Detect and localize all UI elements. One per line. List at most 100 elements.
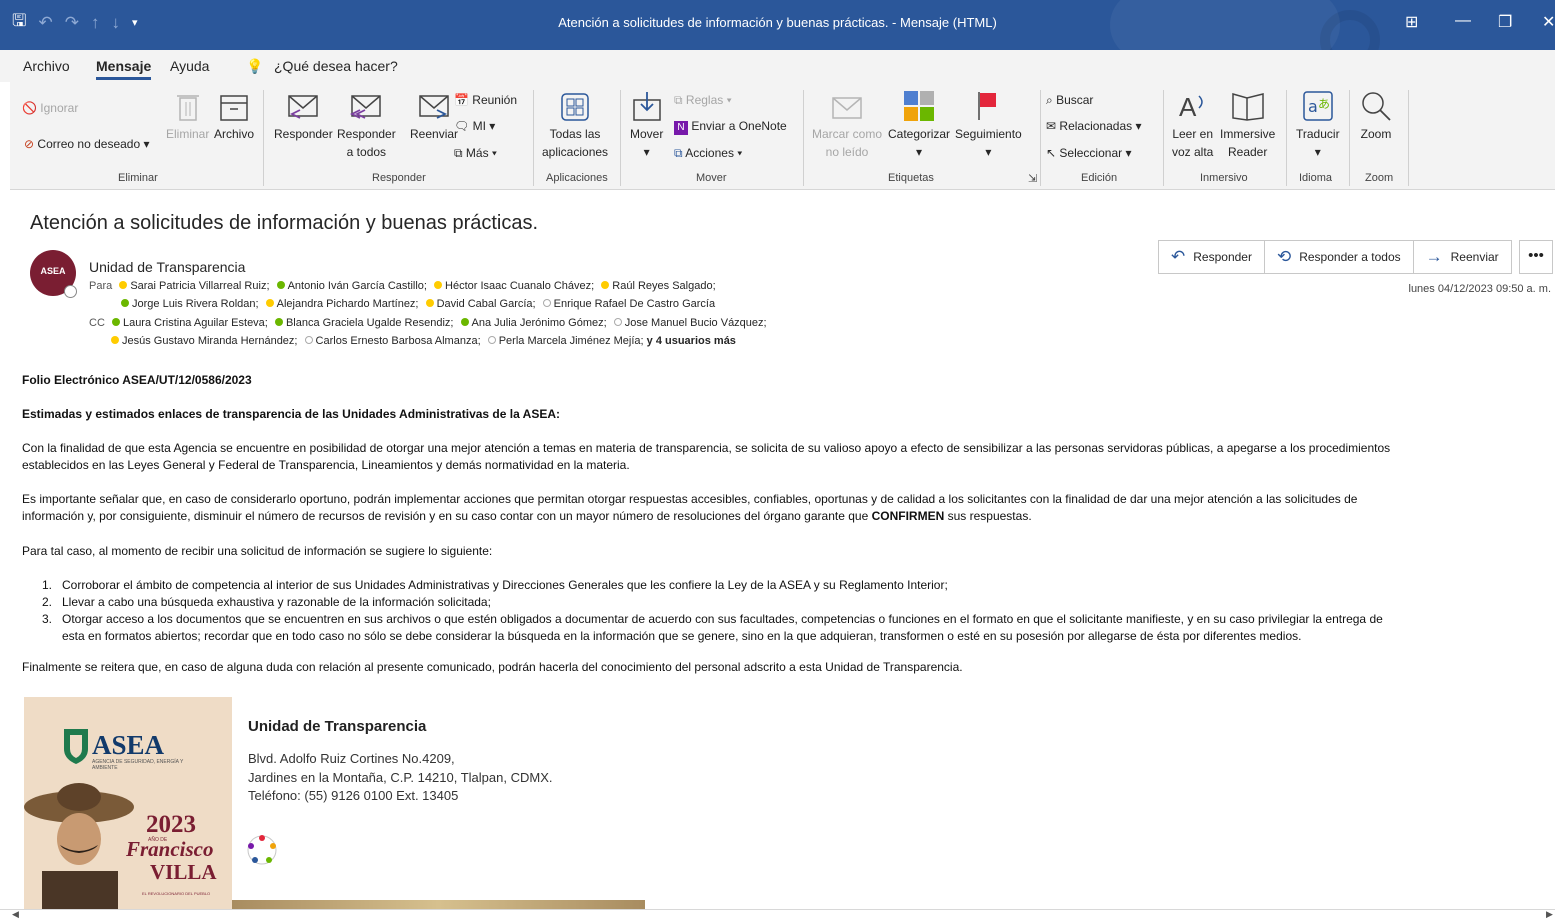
ignore-button[interactable]: 🚫 Ignorar: [22, 99, 78, 117]
actions-button[interactable]: ⧉ Acciones ▾: [674, 144, 742, 162]
recipient[interactable]: Jorge Luis Rivera Roldan;: [117, 298, 259, 310]
find-button[interactable]: ⌕ Buscar: [1046, 91, 1093, 109]
recipient-name: Carlos Ernesto Barbosa Almanza;: [315, 335, 481, 347]
close-icon[interactable]: ✕: [1542, 12, 1555, 32]
recipient[interactable]: Perla Marcela Jiménez Mejía;: [484, 335, 644, 347]
scroll-left-icon[interactable]: ◀: [12, 909, 19, 920]
select-button[interactable]: ↖ Seleccionar ▾: [1046, 144, 1131, 162]
villa-text: VILLA: [150, 860, 217, 884]
archive-button[interactable]: Archivo: [214, 90, 254, 143]
im-button[interactable]: 🗨 MI ▾: [454, 117, 495, 135]
rules-icon: ⧉: [674, 93, 683, 107]
recipient[interactable]: Raúl Reyes Salgado;: [597, 280, 716, 292]
francisco-text: Francisco: [126, 837, 214, 861]
logo-asea-text: ASEA: [92, 730, 165, 760]
tab-archivo[interactable]: Archivo: [23, 58, 70, 74]
group-separator: [1286, 90, 1287, 186]
presence-status-icon: [304, 336, 313, 344]
related-button[interactable]: ✉ Relacionadas ▾: [1046, 117, 1141, 135]
paragraph-3: Para tal caso, al momento de recibir una…: [22, 544, 493, 558]
presence-status-icon: [613, 318, 622, 326]
archive-icon: [220, 95, 248, 121]
all-apps-button[interactable]: Todas las aplicaciones: [542, 90, 608, 161]
recipient[interactable]: Ana Julia Jerónimo Gómez;: [457, 317, 607, 329]
actions-icon: ⧉: [674, 146, 683, 160]
dialog-launcher-icon[interactable]: ⇲: [1028, 172, 1037, 185]
scroll-right-icon[interactable]: ▶: [1546, 909, 1553, 920]
sender-name[interactable]: Unidad de Transparencia: [89, 259, 245, 275]
recipient-name: Sarai Patricia Villarreal Ruiz;: [130, 280, 270, 292]
categorize-icon: [904, 91, 935, 121]
read-aloud-button[interactable]: A Leer en voz alta: [1172, 90, 1213, 161]
mark-unread-button[interactable]: Marcar como no leído: [812, 90, 882, 161]
message-date: lunes 04/12/2023 09:50 a. m.: [1408, 283, 1552, 295]
group-label-responder: Responder: [372, 172, 426, 184]
forward-action-button[interactable]: → Reenviar: [1412, 240, 1512, 274]
ribbon-display-icon[interactable]: ⊞: [1405, 12, 1418, 32]
avatar[interactable]: ASEA: [30, 250, 77, 298]
message-actions: ↶ Responder ⟲ Responder a todos → Reenviar: [1158, 240, 1512, 274]
restore-icon[interactable]: ❐: [1498, 12, 1512, 32]
list-number: 1.: [42, 578, 53, 592]
ignore-icon: 🚫: [22, 101, 37, 115]
more-respond-button[interactable]: ⧉ Más ▾: [454, 144, 497, 162]
junk-icon: ⊘: [24, 137, 35, 151]
recipient[interactable]: Héctor Isaac Cuanalo Chávez;: [430, 280, 594, 292]
delete-button[interactable]: Eliminar: [166, 90, 209, 143]
junk-mail-button[interactable]: ⊘ Correo no deseado ▾: [24, 135, 150, 153]
recipient[interactable]: Jose Manuel Bucio Vázquez;: [610, 317, 767, 329]
greeting: Estimadas y estimados enlaces de transpa…: [22, 407, 560, 421]
translate-button[interactable]: aあ Traducir ▾: [1296, 90, 1340, 161]
group-label-inmersivo: Inmersivo: [1200, 172, 1248, 184]
tell-me-search[interactable]: ¿Qué desea hacer?: [274, 58, 398, 74]
menu-bar: Archivo Mensaje Ayuda 💡 ¿Qué desea hacer…: [0, 50, 1555, 82]
move-button[interactable]: Mover ▾: [630, 90, 663, 161]
recipient[interactable]: Laura Cristina Aguilar Esteva;: [108, 317, 268, 329]
forward-icon: [419, 95, 449, 119]
rules-button[interactable]: ⧉ Reglas ▾: [674, 91, 732, 109]
forward-button[interactable]: Reenviar: [410, 90, 458, 143]
cc-line-1: CC Laura Cristina Aguilar Esteva; Blanca…: [89, 317, 767, 329]
group-separator: [1163, 90, 1164, 186]
recipient-name: Ana Julia Jerónimo Gómez;: [471, 317, 607, 329]
tab-mensaje[interactable]: Mensaje: [96, 58, 152, 80]
list-item-3-line-1: Otorgar acceso a los documentos que se e…: [62, 612, 1383, 626]
recipient[interactable]: David Cabal García;: [422, 298, 536, 310]
recipient[interactable]: Sarai Patricia Villarreal Ruiz;: [115, 280, 270, 292]
follow-up-button[interactable]: Seguimiento ▾: [955, 90, 1022, 161]
recipient-name: Jorge Luis Rivera Roldan;: [132, 298, 259, 310]
recipient[interactable]: Carlos Ernesto Barbosa Almanza;: [301, 335, 481, 347]
tab-ayuda[interactable]: Ayuda: [170, 58, 209, 74]
reply-action-button[interactable]: ↶ Responder: [1158, 240, 1265, 274]
more-actions-button[interactable]: •••: [1519, 240, 1553, 274]
recipient[interactable]: Antonio Iván García Castillo;: [273, 280, 427, 292]
recipient[interactable]: Enrique Rafael De Castro García: [539, 298, 715, 310]
group-separator: [1040, 90, 1041, 186]
signature-address-2: Jardines en la Montaña, C.P. 14210, Tlal…: [248, 770, 553, 785]
calendar-icon: 📅: [454, 93, 469, 107]
reply-all-action-button[interactable]: ⟲ Responder a todos: [1263, 240, 1414, 274]
flag-icon: [978, 92, 997, 120]
recipient[interactable]: Alejandra Pichardo Martínez;: [262, 298, 419, 310]
group-label-etiquetas: Etiquetas: [888, 172, 934, 184]
title-bar: 🖫 ↶ ↷ ↑ ↓ ▾ Atención a solicitudes de in…: [0, 0, 1555, 50]
onenote-button[interactable]: N Enviar a OneNote: [674, 117, 787, 135]
zoom-button[interactable]: Zoom: [1360, 90, 1392, 143]
presence-status-icon: [425, 299, 434, 307]
reply-all-button[interactable]: Responder a todos: [337, 90, 396, 161]
recipient[interactable]: Blanca Graciela Ugalde Resendiz;: [271, 317, 453, 329]
categorize-button[interactable]: Categorizar ▾: [888, 90, 950, 161]
meeting-button[interactable]: 📅 Reunión: [454, 91, 517, 109]
presence-status-icon: [460, 318, 469, 326]
presence-status-icon: [111, 318, 120, 326]
more-recipients-link[interactable]: y 4 usuarios más: [647, 335, 736, 347]
recipient[interactable]: Jesús Gustavo Miranda Hernández;: [107, 335, 297, 347]
minimize-icon[interactable]: —: [1455, 12, 1471, 30]
immersive-reader-button[interactable]: Immersive Reader: [1220, 90, 1275, 161]
group-label-eliminar: Eliminar: [118, 172, 158, 184]
closing-paragraph: Finalmente se reitera que, en caso de al…: [22, 660, 963, 674]
reply-button[interactable]: Responder: [274, 90, 333, 143]
avatar-logo: ASEA: [40, 266, 66, 276]
horizontal-scrollbar[interactable]: ◀ ▶: [0, 909, 1555, 921]
list-item-3-line-2: esta en formatos abiertos; recordar que …: [62, 629, 1302, 643]
